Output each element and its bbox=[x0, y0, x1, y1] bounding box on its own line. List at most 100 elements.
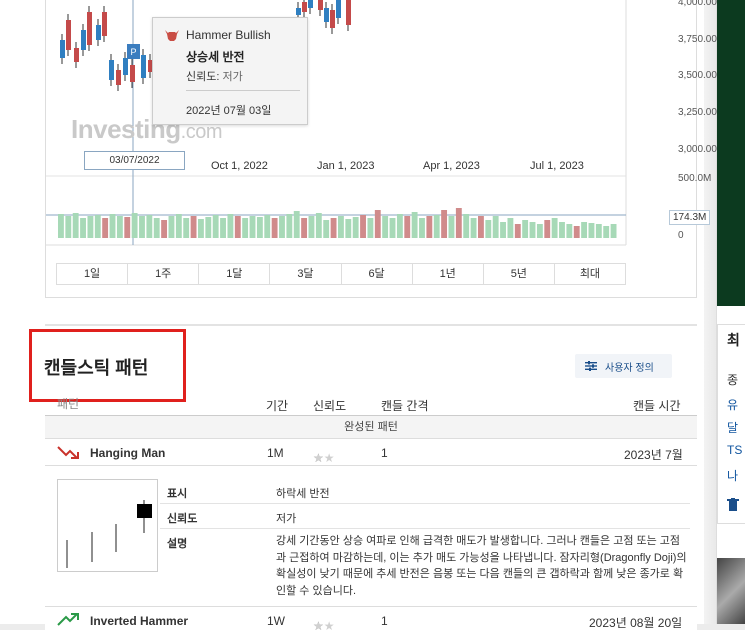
detail-description: 강세 기간동안 상승 여파로 인해 급격한 매도가 발생합니다. 그러나 캔들은… bbox=[276, 535, 687, 597]
volume-bar bbox=[65, 216, 72, 238]
completed-patterns-label: 완성된 패턴 bbox=[45, 416, 697, 439]
candle-body bbox=[318, 0, 323, 10]
candle-body bbox=[130, 65, 135, 82]
sidebar-link[interactable]: 종 bbox=[727, 371, 738, 388]
volume-bar bbox=[153, 218, 160, 238]
volume-bar bbox=[411, 212, 418, 238]
page-shadow bbox=[704, 0, 716, 630]
volume-bar bbox=[559, 222, 565, 238]
sidebar-link[interactable]: 나 bbox=[727, 467, 738, 484]
sliders-icon bbox=[585, 361, 597, 371]
sidebar-link[interactable]: TS bbox=[727, 443, 742, 457]
timeframe-1w[interactable]: 1주 bbox=[128, 264, 200, 284]
price-chart[interactable]: P Investing.com 4,000.00 3,750.00 3,500.… bbox=[45, 0, 717, 298]
table-row[interactable]: Hanging Man 1M ★ ★★ 1 2023년 7월 bbox=[45, 440, 697, 466]
volume-bar bbox=[124, 217, 131, 238]
candle-body bbox=[81, 30, 86, 50]
detail-signal-value: 하락세 반전 bbox=[276, 488, 330, 500]
sidebar-link[interactable]: 달 bbox=[727, 419, 738, 436]
volume-bar bbox=[190, 216, 197, 238]
volume-bar bbox=[389, 218, 396, 238]
candle-body bbox=[346, 0, 351, 25]
detail-description-label: 설명 bbox=[167, 538, 188, 550]
candle-body bbox=[336, 0, 341, 18]
pattern-illustration bbox=[57, 479, 158, 572]
timeframe-selector: 1일 1주 1달 3달 6달 1년 5년 최대 bbox=[56, 263, 626, 285]
volume-bar bbox=[131, 213, 138, 238]
trash-icon[interactable] bbox=[727, 498, 739, 512]
pattern-name[interactable]: Hanging Man bbox=[90, 446, 165, 460]
tooltip-reliability-label: 신뢰도: bbox=[186, 71, 220, 83]
timeframe-1y[interactable]: 1년 bbox=[413, 264, 484, 284]
volume-bar bbox=[227, 214, 234, 238]
timeframe-6m[interactable]: 6달 bbox=[342, 264, 413, 284]
volume-bar bbox=[433, 215, 440, 238]
volume-bar bbox=[448, 216, 455, 238]
candle-body bbox=[123, 58, 128, 75]
timeframe-1d[interactable]: 1일 bbox=[57, 264, 129, 284]
sidebar-card-title: 최 bbox=[727, 332, 740, 348]
volume-bar bbox=[396, 214, 403, 238]
timeframe-max[interactable]: 최대 bbox=[555, 264, 625, 284]
volume-bar bbox=[441, 210, 448, 238]
candle-body bbox=[330, 10, 335, 28]
sidebar-thumbnail[interactable] bbox=[717, 558, 745, 630]
pattern-name[interactable]: Inverted Hammer bbox=[90, 614, 188, 628]
volume-bar bbox=[212, 215, 219, 238]
volume-bar bbox=[404, 216, 411, 238]
volume-bar bbox=[573, 226, 580, 238]
volume-bar bbox=[205, 217, 212, 238]
y-axis-label: 3,250.00 bbox=[678, 107, 717, 118]
col-period[interactable]: 기간 bbox=[266, 397, 288, 414]
y-axis-label: 4,000.00 bbox=[678, 0, 717, 8]
col-interval[interactable]: 캔들 간격 bbox=[381, 397, 429, 414]
y-axis-label: 3,000.00 bbox=[678, 144, 717, 155]
volume-bar bbox=[220, 218, 226, 238]
table-row[interactable]: Inverted Hammer 1W ★ ★★ 1 2023년 08월 20일 bbox=[45, 607, 697, 630]
volume-bar bbox=[588, 223, 595, 238]
candle-body bbox=[102, 12, 107, 36]
volume-bar bbox=[529, 222, 536, 238]
col-reliability[interactable]: 신뢰도 bbox=[313, 397, 346, 414]
candle-body bbox=[116, 70, 121, 85]
detail-reliability-value: 저가 bbox=[276, 513, 297, 525]
tooltip-reliability: 신뢰도: 저가 bbox=[186, 68, 243, 84]
volume-bar bbox=[58, 214, 64, 238]
volume-bar bbox=[551, 218, 558, 238]
candle-body bbox=[296, 8, 301, 15]
detail-divider bbox=[160, 528, 690, 529]
candle-body bbox=[324, 8, 329, 22]
timeframe-5y[interactable]: 5년 bbox=[484, 264, 555, 284]
volume-bar bbox=[315, 213, 322, 238]
timeframe-3m[interactable]: 3달 bbox=[270, 264, 342, 284]
volume-bar bbox=[595, 224, 602, 238]
pattern-period: 1M bbox=[267, 446, 284, 460]
customize-button[interactable]: 사용자 정의 bbox=[575, 354, 672, 378]
crosshair-date-readout: 03/07/2022 bbox=[84, 151, 185, 170]
x-axis-label: Apr 1, 2023 bbox=[423, 160, 480, 172]
volume-bar bbox=[87, 216, 94, 238]
volume-bar bbox=[522, 220, 529, 238]
volume-bar bbox=[478, 216, 484, 238]
volume-bar bbox=[352, 217, 359, 238]
col-pattern[interactable]: 패턴 bbox=[57, 395, 79, 412]
section-divider bbox=[45, 324, 697, 326]
pattern-detail-panel: 표시 하락세 반전 신뢰도 저가 설명 강세 기간동안 상승 여파로 인해 급격… bbox=[45, 467, 697, 607]
timeframe-1m[interactable]: 1달 bbox=[199, 264, 271, 284]
y-axis-label: 3,500.00 bbox=[678, 70, 717, 81]
detail-signal-label: 표시 bbox=[167, 488, 188, 500]
candle-body bbox=[74, 48, 79, 62]
bull-icon bbox=[165, 30, 179, 41]
volume-bar bbox=[116, 216, 123, 238]
sidebar-link[interactable]: 유 bbox=[727, 396, 738, 413]
candle-body bbox=[141, 55, 146, 78]
volume-bar bbox=[566, 224, 573, 238]
volume-bar bbox=[374, 210, 381, 238]
volume-current-badge: 174.3M bbox=[669, 210, 711, 225]
highlight-box bbox=[29, 329, 186, 402]
volume-bar bbox=[72, 213, 79, 238]
volume-bar bbox=[256, 217, 263, 238]
volume-bar bbox=[175, 214, 182, 238]
col-time[interactable]: 캔들 시간 bbox=[633, 397, 681, 414]
x-axis-label: Oct 1, 2022 bbox=[211, 160, 268, 172]
